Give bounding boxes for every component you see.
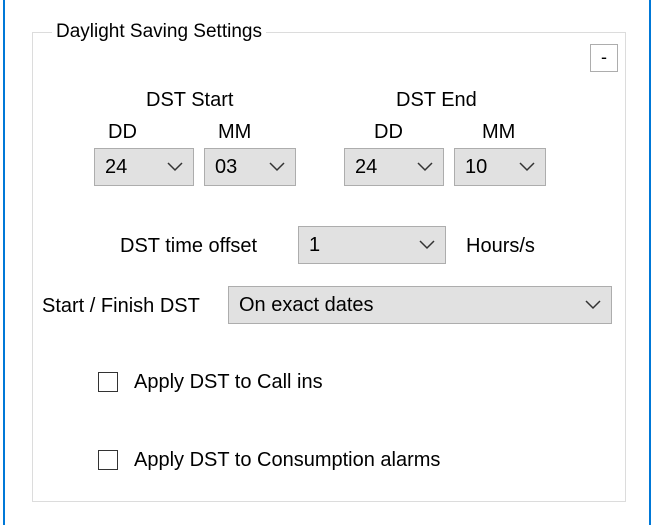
dst-start-title: DST Start bbox=[146, 89, 234, 111]
apply-dst-consumption-alarms-checkbox[interactable] bbox=[98, 450, 118, 470]
collapse-button[interactable]: - bbox=[590, 44, 618, 72]
dst-start-month-value: 03 bbox=[215, 156, 238, 178]
dst-offset-select[interactable]: 1 bbox=[298, 226, 446, 264]
dst-offset-unit: Hours/s bbox=[466, 235, 535, 257]
dst-offset-value: 1 bbox=[309, 234, 321, 256]
apply-dst-consumption-alarms-label[interactable]: Apply DST to Consumption alarms bbox=[134, 448, 440, 472]
dst-start-day-value: 24 bbox=[105, 156, 128, 178]
dst-end-title: DST End bbox=[396, 89, 477, 111]
chevron-down-icon bbox=[519, 162, 535, 172]
chevron-down-icon bbox=[419, 240, 435, 250]
dst-end-day-value: 24 bbox=[355, 156, 378, 178]
daylight-saving-groupbox bbox=[32, 32, 626, 502]
dst-end-dd-label: DD bbox=[374, 121, 403, 143]
dst-start-mm-label: MM bbox=[218, 121, 252, 143]
dst-start-day-select[interactable]: 24 bbox=[94, 148, 194, 186]
dst-end-month-select[interactable]: 10 bbox=[454, 148, 546, 186]
apply-dst-call-ins-checkbox[interactable] bbox=[98, 372, 118, 392]
chevron-down-icon bbox=[585, 300, 601, 310]
dst-start-month-select[interactable]: 03 bbox=[204, 148, 296, 186]
dst-end-mm-label: MM bbox=[482, 121, 516, 143]
start-finish-value: On exact dates bbox=[239, 294, 374, 316]
chevron-down-icon bbox=[417, 162, 433, 172]
dst-offset-label: DST time offset bbox=[120, 235, 258, 257]
chevron-down-icon bbox=[269, 162, 285, 172]
apply-dst-call-ins-label[interactable]: Apply DST to Call ins bbox=[134, 370, 323, 394]
start-finish-select[interactable]: On exact dates bbox=[228, 286, 612, 324]
dst-end-day-select[interactable]: 24 bbox=[344, 148, 444, 186]
dst-start-dd-label: DD bbox=[108, 121, 137, 143]
groupbox-title: Daylight Saving Settings bbox=[52, 20, 266, 44]
chevron-down-icon bbox=[167, 162, 183, 172]
start-finish-label: Start / Finish DST bbox=[42, 295, 200, 317]
dst-end-month-value: 10 bbox=[465, 156, 488, 178]
